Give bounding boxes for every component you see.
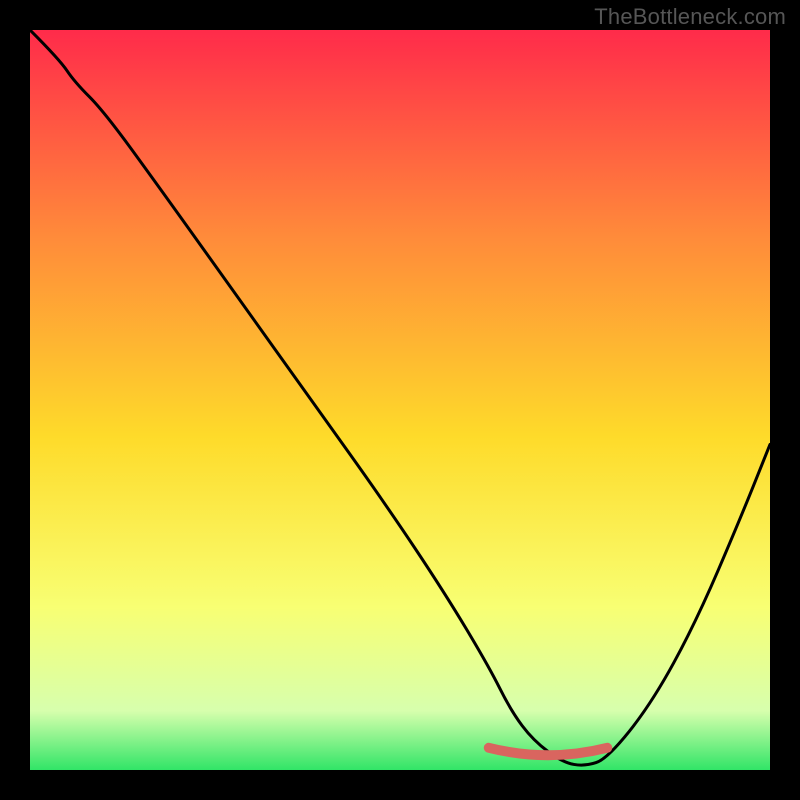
- gradient-background: [30, 30, 770, 770]
- plot-area: [30, 30, 770, 770]
- plot-svg: [30, 30, 770, 770]
- watermark-text: TheBottleneck.com: [594, 4, 786, 30]
- chart-frame: TheBottleneck.com: [0, 0, 800, 800]
